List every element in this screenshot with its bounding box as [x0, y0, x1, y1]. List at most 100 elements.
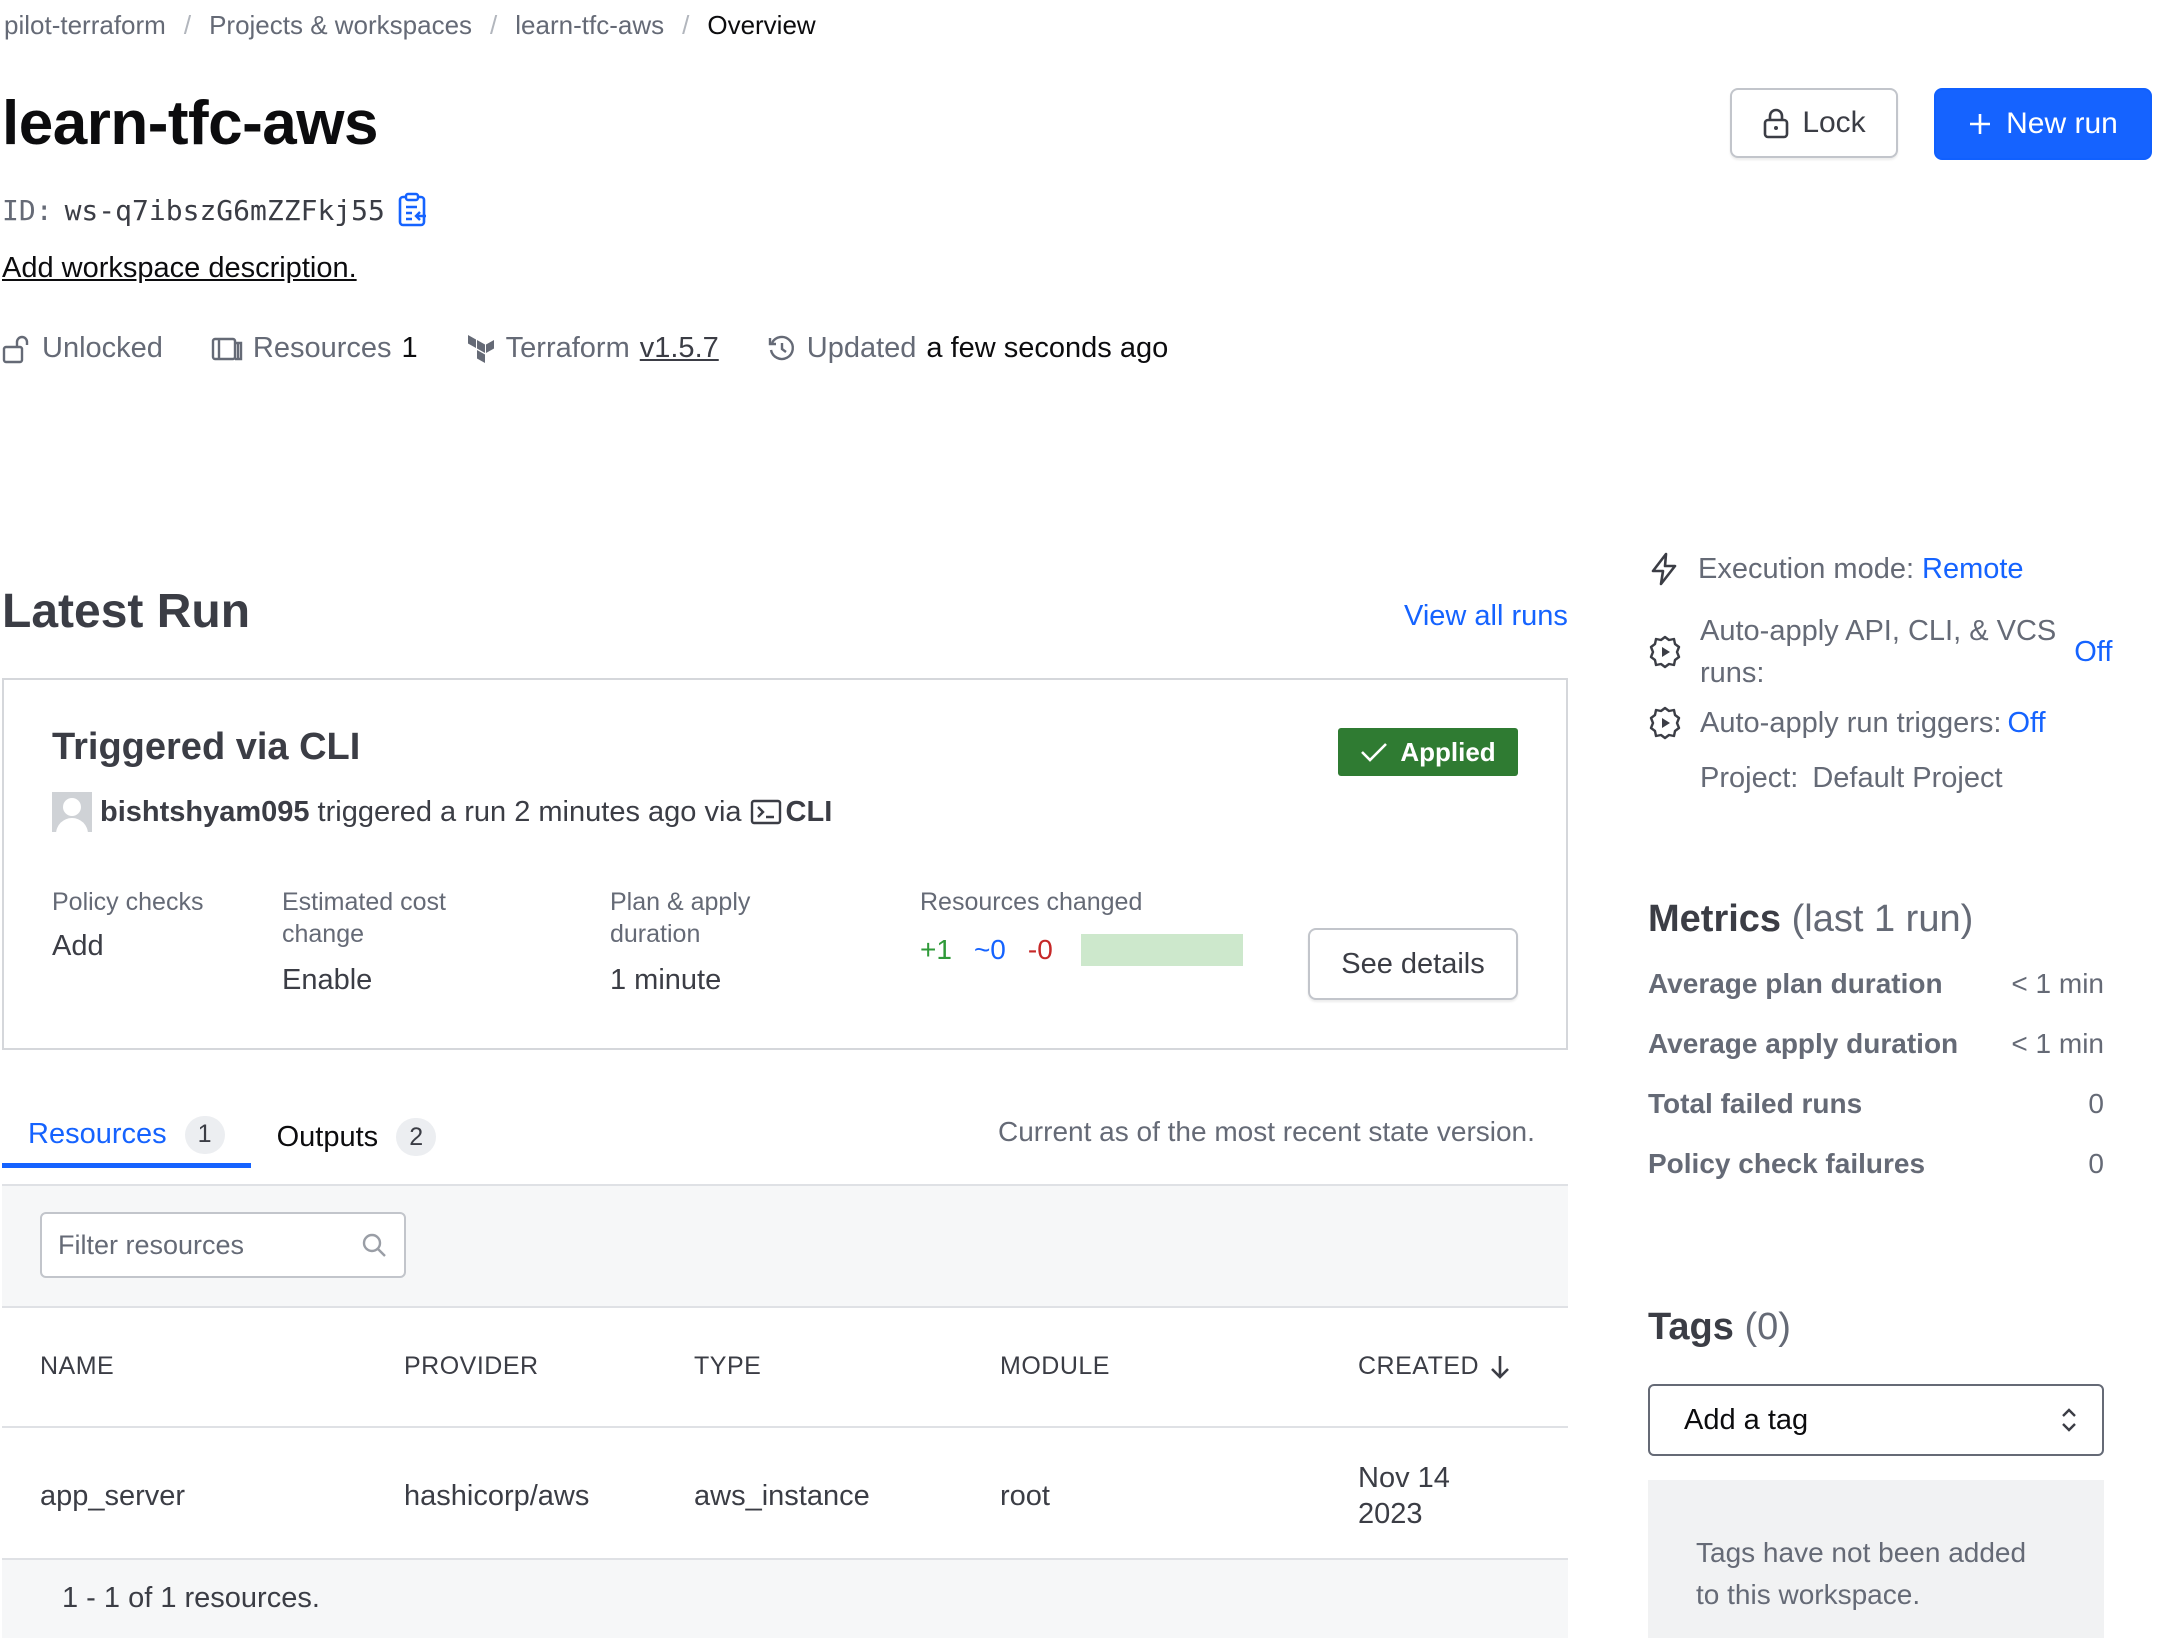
resources-changed-label: Resources changed: [920, 888, 1143, 916]
plan-apply-duration: Plan & apply duration 1 minute: [610, 886, 750, 997]
terraform-version: Terraform v1.5.7: [466, 332, 719, 365]
breadcrumb-current: Overview: [707, 10, 816, 40]
tags-empty-line-1: Tags have not been added: [1696, 1537, 2027, 1568]
view-all-runs-link[interactable]: View all runs: [1404, 600, 1568, 633]
tab-outputs[interactable]: Outputs 2: [251, 1118, 463, 1168]
estimated-cost-label-1: Estimated cost: [282, 888, 446, 916]
state-version-note: Current as of the most recent state vers…: [998, 1116, 1535, 1147]
terraform-label: Terraform: [505, 332, 630, 364]
run-via: CLI: [750, 796, 832, 829]
execution-mode: Execution mode: Remote: [1648, 552, 2024, 586]
tags-count: (0): [1744, 1306, 1791, 1348]
policy-checks-add-link[interactable]: Add: [52, 930, 203, 963]
tab-resources[interactable]: Resources 1: [2, 1115, 251, 1168]
filter-placeholder: Filter resources: [58, 1229, 245, 1260]
duration-value: 1 minute: [610, 964, 722, 996]
cell-type: aws_instance: [694, 1480, 870, 1512]
resources-count: Resources 1: [211, 332, 418, 365]
resources-changed: Resources changed +1 ~0 -0: [920, 886, 1243, 966]
breadcrumb-org[interactable]: pilot-terraform: [4, 10, 166, 41]
project-info: Project: Default Project: [1700, 762, 2003, 795]
tags-empty-line-2: to this workspace.: [1696, 1579, 1921, 1610]
resources-icon: [211, 337, 243, 360]
add-description-link[interactable]: Add workspace description.: [2, 252, 357, 285]
cell-name[interactable]: app_server: [40, 1480, 185, 1513]
filter-resources-input[interactable]: Filter resources: [40, 1212, 406, 1278]
column-header-provider: PROVIDER: [404, 1352, 539, 1380]
tags-title: Tags: [1648, 1306, 1734, 1348]
cell-created: Nov 14 2023: [1358, 1460, 1450, 1532]
cell-module: root: [1000, 1480, 1050, 1512]
tab-outputs-count: 2: [396, 1118, 437, 1156]
metric-value: < 1 min: [2011, 968, 2104, 999]
see-details-button[interactable]: See details: [1308, 928, 1518, 1000]
metric-label: Policy check failures: [1648, 1148, 1926, 1179]
auto-apply-triggers: Auto-apply run triggers: Off: [1648, 706, 2046, 740]
estimated-cost-label-2: change: [282, 920, 365, 948]
workspace-meta: Unlocked Resources 1 Terraform v1.5.7 Up…: [2, 332, 1216, 365]
breadcrumb-workspace[interactable]: learn-tfc-aws: [515, 10, 664, 41]
metric-label: Total failed runs: [1648, 1088, 1863, 1119]
metric-label: Average plan duration: [1648, 968, 1943, 999]
resources-label: Resources: [252, 332, 392, 364]
workspace-id-label: ID:: [2, 193, 53, 227]
tab-outputs-label: Outputs: [276, 1120, 379, 1153]
run-trigger-text: triggered a run 2 minutes ago via: [317, 795, 742, 828]
tab-resources-label: Resources: [28, 1118, 167, 1150]
resources-destroyed: -0: [1027, 934, 1053, 965]
estimated-cost-enable-link[interactable]: Enable: [282, 964, 446, 997]
metric-total-failed-runs: Total failed runs 0: [1648, 1088, 2104, 1120]
project-value[interactable]: Default Project: [1812, 762, 2002, 795]
resources-changed-count: ~0: [973, 934, 1006, 965]
lock-button[interactable]: Lock: [1730, 88, 1898, 158]
updated-value: a few seconds ago: [926, 332, 1169, 364]
check-icon: [1361, 743, 1388, 762]
duration-label-2: duration: [610, 920, 701, 948]
auto-apply-triggers-value[interactable]: Off: [2007, 707, 2045, 740]
workspace-id: ID: ws-q7ibszG6mZZFkj55: [2, 192, 429, 228]
auto-apply-label-1: Auto-apply API, CLI, & VCS: [1700, 615, 2057, 647]
execution-mode-value[interactable]: Remote: [1922, 553, 2024, 586]
run-title[interactable]: Triggered via CLI: [52, 726, 360, 769]
lock-state-label: Unlocked: [42, 332, 163, 364]
latest-run-heading: Latest Run: [2, 585, 251, 638]
resources-added: +1: [920, 934, 952, 965]
breadcrumb-projects[interactable]: Projects & workspaces: [209, 10, 472, 41]
lightning-icon: [1651, 552, 1677, 586]
add-tag-select[interactable]: Add a tag: [1648, 1384, 2104, 1456]
run-user: bishtshyam095: [100, 795, 310, 828]
metric-policy-check-failures: Policy check failures 0: [1648, 1148, 2104, 1180]
terminal-icon: [750, 799, 781, 825]
updated-label: Updated: [806, 332, 917, 364]
unlock-icon: [2, 335, 29, 363]
history-icon: [768, 335, 794, 360]
table-footer-count: 1 - 1 of 1 resources.: [62, 1582, 320, 1614]
column-header-name: NAME: [40, 1352, 115, 1380]
avatar: [52, 792, 92, 832]
cell-created-year: 2023: [1358, 1498, 1423, 1530]
auto-apply-value[interactable]: Off: [2074, 636, 2112, 669]
resources-value: 1: [401, 332, 418, 364]
new-run-button[interactable]: New run: [1934, 88, 2152, 160]
breadcrumb-separator: /: [490, 10, 498, 40]
run-trigger-info: bishtshyam095 triggered a run 2 minutes …: [52, 792, 832, 832]
table-header-divider: [2, 1426, 1568, 1428]
duration-label-1: Plan & apply: [610, 888, 751, 916]
tags-heading: Tags (0): [1648, 1306, 1791, 1349]
column-header-module: MODULE: [1000, 1352, 1110, 1380]
policy-checks: Policy checks Add: [52, 886, 203, 963]
lock-state: Unlocked: [2, 332, 163, 365]
plus-icon: [1970, 114, 1991, 134]
execution-mode-label: Execution mode:: [1698, 552, 1915, 585]
terraform-version-link[interactable]: v1.5.7: [640, 332, 719, 365]
resource-tabs: Resources 1 Outputs 2: [2, 1115, 463, 1168]
metric-average-plan-duration: Average plan duration < 1 min: [1648, 968, 2104, 1000]
clipboard-copy-icon[interactable]: [397, 192, 429, 228]
metric-value: 0: [2088, 1148, 2104, 1179]
status-badge: Applied: [1338, 728, 1518, 776]
column-header-created-label: CREATED: [1358, 1352, 1480, 1380]
workspace-id-value: ws-q7ibszG6mZZFkj55: [64, 193, 385, 227]
terraform-logo-icon: [467, 334, 494, 363]
column-header-created[interactable]: CREATED: [1358, 1352, 1511, 1381]
breadcrumb-separator: /: [183, 10, 192, 40]
